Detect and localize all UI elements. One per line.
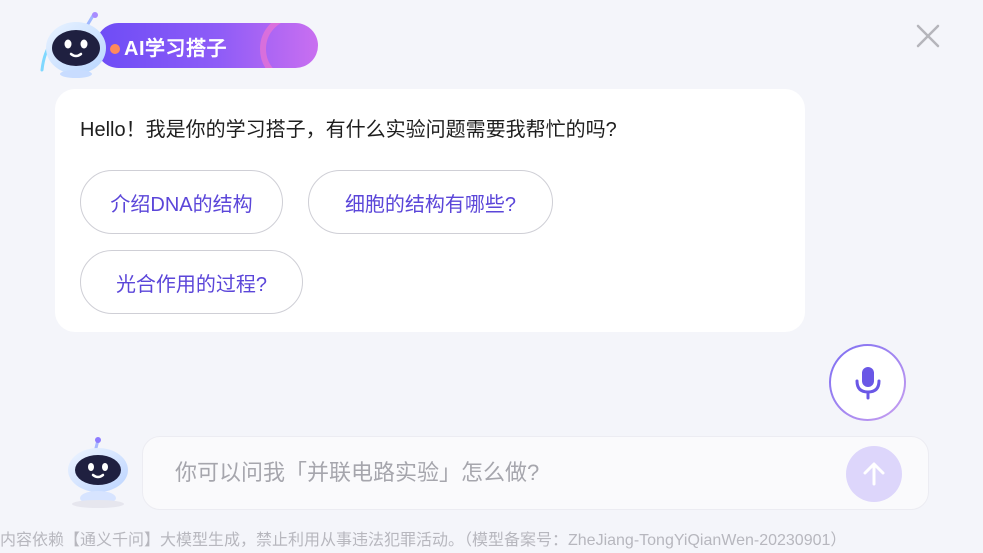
suggestion-chip-cell[interactable]: 细胞的结构有哪些? <box>308 170 553 234</box>
close-button[interactable] <box>912 20 944 52</box>
greeting-text: Hello！我是你的学习搭子，有什么实验问题需要我帮忙的吗? <box>80 119 617 141</box>
chat-input-bar <box>142 436 929 510</box>
assistant-message-card: Hello！我是你的学习搭子，有什么实验问题需要我帮忙的吗? 介绍DNA的结构 … <box>55 89 805 332</box>
suggestion-chip-dna[interactable]: 介绍DNA的结构 <box>80 170 283 234</box>
send-button[interactable] <box>846 446 902 502</box>
microphone-icon <box>855 366 880 399</box>
assistant-badge: AI学习搭子 <box>38 12 318 78</box>
close-icon <box>916 24 940 48</box>
chat-input[interactable] <box>175 437 835 509</box>
suggestion-chip-photosynthesis[interactable]: 光合作用的过程? <box>80 250 303 314</box>
chat-assistant-panel: AI学习搭子 Hello！我是你的学习搭子，有什么实验问题需要我帮忙的吗? 介绍… <box>0 0 983 553</box>
robot-avatar-icon <box>68 437 128 508</box>
assistant-title: AI学习搭子 <box>124 38 227 60</box>
robot-mascot-icon <box>40 12 106 78</box>
arrow-up-icon <box>863 462 885 486</box>
model-disclaimer: 内容依赖【通义千问】大模型生成，禁止利用从事违法犯罪活动。（模型备案号：ZheJ… <box>0 532 847 549</box>
voice-input-button[interactable] <box>829 344 906 421</box>
